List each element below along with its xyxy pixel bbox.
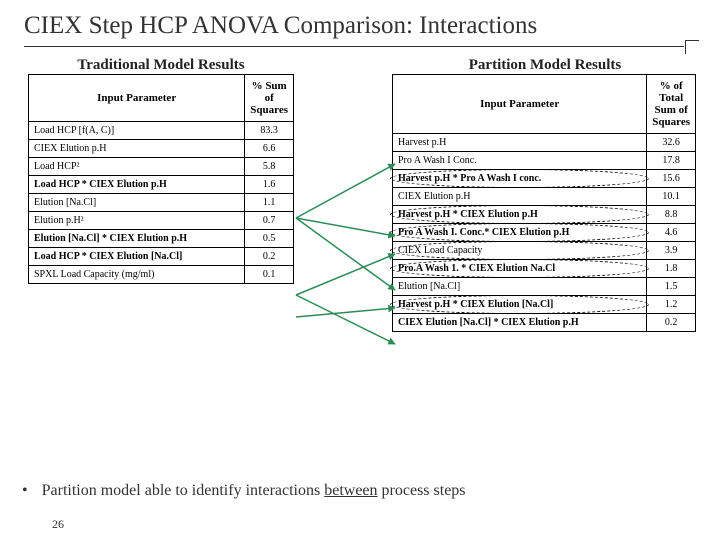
left-table-block: Traditional Model Results Input Paramete…: [28, 57, 294, 284]
table-row: Harvest p.H * Pro A Wash I conc.15.6: [393, 170, 696, 188]
left-param-cell: SPXL Load Capacity (mg/ml): [29, 266, 245, 284]
right-col1-header: Input Parameter: [393, 75, 647, 134]
table-row: Harvest p.H * CIEX Elution p.H8.8: [393, 206, 696, 224]
slide-number: 26: [52, 517, 64, 532]
table-row: Load HCP * CIEX Elution p.H1.6: [29, 176, 294, 194]
right-value-cell: 1.8: [647, 260, 696, 278]
table-row: Pro.A Wash 1. * CIEX Elution Na.Cl1.8: [393, 260, 696, 278]
right-value-cell: 15.6: [647, 170, 696, 188]
page-title: CIEX Step HCP ANOVA Comparison: Interact…: [24, 12, 684, 47]
left-col1-header: Input Parameter: [29, 75, 245, 122]
conclusion-bullet: • Partition model able to identify inter…: [22, 482, 466, 500]
left-value-cell: 6.6: [245, 140, 294, 158]
right-param-cell: Elution [Na.Cl]: [393, 278, 647, 296]
right-value-cell: 0.2: [647, 314, 696, 332]
table-row: CIEX Elution [Na.Cl] * CIEX Elution p.H0…: [393, 314, 696, 332]
table-row: Pro A Wash I. Conc.* CIEX Elution p.H4.6: [393, 224, 696, 242]
right-param-cell: Harvest p.H * CIEX Elution [Na.Cl]: [393, 296, 647, 314]
highlight-ellipse: [390, 169, 649, 188]
table-row: Harvest p.H * CIEX Elution [Na.Cl]1.2: [393, 296, 696, 314]
table-row: CIEX Load Capacity3.9: [393, 242, 696, 260]
right-param-cell: Harvest p.H: [393, 134, 647, 152]
right-param-cell: CIEX Load Capacity: [393, 242, 647, 260]
left-value-cell: 1.6: [245, 176, 294, 194]
left-param-cell: Load HCP * CIEX Elution p.H: [29, 176, 245, 194]
right-param-cell: CIEX Elution p.H: [393, 188, 647, 206]
left-value-cell: 5.8: [245, 158, 294, 176]
table-row: Elution [Na.Cl] * CIEX Elution p.H0.5: [29, 230, 294, 248]
left-value-cell: 0.1: [245, 266, 294, 284]
table-row: Elution [Na.Cl]1.1: [29, 194, 294, 212]
left-col2-header: % Sum of Squares: [245, 75, 294, 122]
table-row: Load HCP * CIEX Elution [Na.Cl]0.2: [29, 248, 294, 266]
right-table-block: Partition Model Results Input Parameter …: [392, 57, 698, 332]
right-value-cell: 17.8: [647, 152, 696, 170]
bullet-uline: between: [324, 482, 377, 499]
table-row: CIEX Elution p.H6.6: [29, 140, 294, 158]
traditional-table: Input Parameter % Sum of Squares Load HC…: [28, 74, 294, 284]
highlight-ellipse: [390, 295, 649, 314]
table-row: Harvest p.H32.6: [393, 134, 696, 152]
right-value-cell: 3.9: [647, 242, 696, 260]
table-row: Load HCP²5.8: [29, 158, 294, 176]
partition-table: Input Parameter % of Total Sum of Square…: [392, 74, 696, 332]
table-row: Load HCP [f(A, C)]83.3: [29, 122, 294, 140]
left-value-cell: 0.2: [245, 248, 294, 266]
bullet-icon: •: [22, 482, 28, 499]
right-value-cell: 10.1: [647, 188, 696, 206]
left-value-cell: 0.7: [245, 212, 294, 230]
table-row: SPXL Load Capacity (mg/ml)0.1: [29, 266, 294, 284]
table-row: Pro A Wash I Conc.17.8: [393, 152, 696, 170]
highlight-ellipse: [390, 259, 649, 278]
right-value-cell: 1.2: [647, 296, 696, 314]
left-subtitle: Traditional Model Results: [28, 57, 294, 74]
left-param-cell: Elution [Na.Cl]: [29, 194, 245, 212]
highlight-ellipse: [390, 223, 649, 242]
left-value-cell: 83.3: [245, 122, 294, 140]
right-param-cell: Pro A Wash I. Conc.* CIEX Elution p.H: [393, 224, 647, 242]
right-value-cell: 8.8: [647, 206, 696, 224]
highlight-ellipse: [390, 241, 649, 260]
highlight-ellipse: [390, 205, 649, 224]
left-value-cell: 1.1: [245, 194, 294, 212]
left-param-cell: CIEX Elution p.H: [29, 140, 245, 158]
right-param-cell: Harvest p.H * CIEX Elution p.H: [393, 206, 647, 224]
table-row: Elution [Na.Cl]1.5: [393, 278, 696, 296]
bullet-pre: Partition model able to identify interac…: [42, 482, 325, 499]
right-param-cell: Pro A Wash I Conc.: [393, 152, 647, 170]
table-row: CIEX Elution p.H10.1: [393, 188, 696, 206]
left-param-cell: Load HCP²: [29, 158, 245, 176]
right-value-cell: 1.5: [647, 278, 696, 296]
right-param-cell: Harvest p.H * Pro A Wash I conc.: [393, 170, 647, 188]
table-row: Elution p.H²0.7: [29, 212, 294, 230]
left-param-cell: Load HCP * CIEX Elution [Na.Cl]: [29, 248, 245, 266]
right-col2-header: % of Total Sum of Squares: [647, 75, 696, 134]
left-param-cell: Elution p.H²: [29, 212, 245, 230]
right-value-cell: 4.6: [647, 224, 696, 242]
right-param-cell: Pro.A Wash 1. * CIEX Elution Na.Cl: [393, 260, 647, 278]
title-decoration: [685, 40, 699, 54]
right-value-cell: 32.6: [647, 134, 696, 152]
right-param-cell: CIEX Elution [Na.Cl] * CIEX Elution p.H: [393, 314, 647, 332]
left-param-cell: Load HCP [f(A, C)]: [29, 122, 245, 140]
left-param-cell: Elution [Na.Cl] * CIEX Elution p.H: [29, 230, 245, 248]
left-value-cell: 0.5: [245, 230, 294, 248]
right-subtitle: Partition Model Results: [392, 57, 698, 74]
bullet-post: process steps: [378, 482, 466, 499]
